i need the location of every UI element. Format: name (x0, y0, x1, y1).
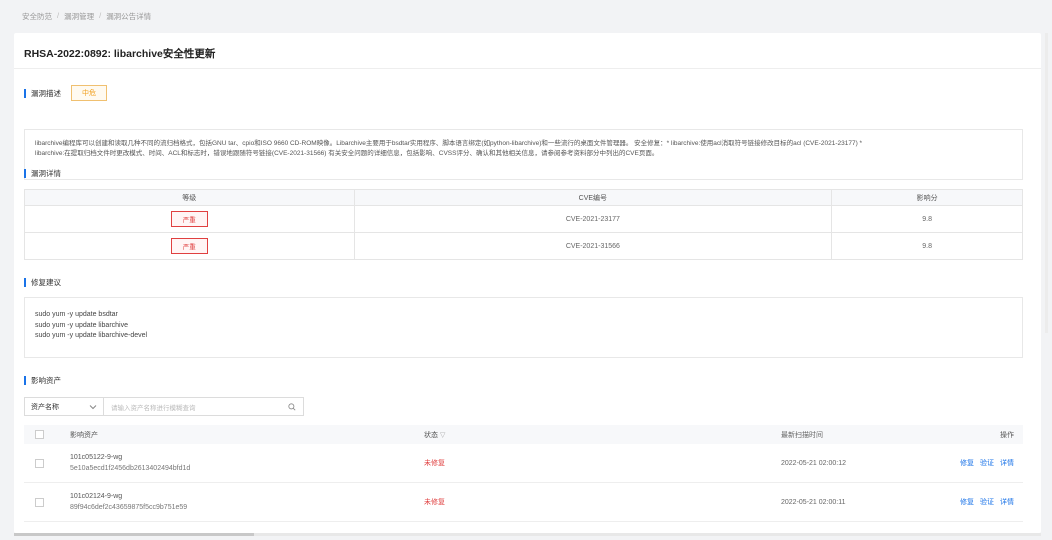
asset-cell: 101c02124-9-wg 89f94c6def2c43659875f5cc9… (70, 493, 187, 511)
severity-badge: 中危 (71, 85, 107, 101)
section-marker (24, 376, 26, 385)
fix-commands-box: sudo yum -y update bsdtar sudo yum -y up… (24, 297, 1023, 358)
scrollbar-thumb[interactable] (14, 533, 254, 536)
score: 9.8 (831, 232, 1023, 260)
section-marker (24, 278, 26, 287)
filter-select-value: 资产名称 (31, 403, 59, 411)
asset-table: 影响资产 状态 ▽ 最新扫描时间 操作 101c05122-9-wg 5e10a… (24, 425, 1023, 522)
table-row: 101c05122-9-wg 5e10a5ecd1f2456db26134024… (24, 444, 1023, 483)
table-row: 严重 CVE-2021-23177 9.8 (24, 205, 1023, 233)
col-scan-time: 最新扫描时间 (781, 431, 823, 439)
asset-cell: 101c05122-9-wg 5e10a5ecd1f2456db26134024… (70, 454, 190, 472)
table-row: 严重 CVE-2021-31566 9.8 (24, 232, 1023, 260)
row-checkbox[interactable] (35, 497, 44, 507)
section-fix-label: 修复建议 (31, 278, 61, 287)
page-title: RHSA-2022:0892: libarchive安全性更新 (24, 48, 216, 60)
search-input[interactable]: 请输入资产名称进行模糊查询 (104, 397, 304, 416)
score: 9.8 (831, 205, 1023, 233)
section-desc-label: 漏洞描述 (31, 88, 61, 98)
col-score: 影响分 (831, 189, 1023, 206)
breadcrumb-current: 漏洞公告详情 (106, 12, 152, 21)
verify-link[interactable]: 验证 (980, 497, 994, 507)
section-detail-title: 漏洞详情 (24, 168, 61, 179)
section-assets-title: 影响资产 (24, 375, 61, 386)
asset-name: 101c02124-9-wg (70, 493, 123, 500)
status-text: 未修复 (424, 499, 445, 506)
row-checkbox[interactable] (35, 458, 44, 468)
section-marker (24, 169, 26, 178)
breadcrumb-security[interactable]: 安全防范 (22, 11, 52, 22)
asset-name: 101c05122-9-wg (70, 454, 123, 461)
breadcrumb-vuln-mgmt[interactable]: 漏洞管理 (64, 11, 94, 22)
scan-time: 2022-05-21 02:00:12 (781, 459, 846, 467)
detail-card: RHSA-2022:0892: libarchive安全性更新 漏洞描述 中危 … (14, 33, 1041, 533)
scan-time: 2022-05-21 02:00:11 (781, 498, 846, 506)
description-line-2: libarchive:在提取归档文件时更改模式、时间、ACL和标志时，错误地跟随… (35, 150, 659, 157)
status-text: 未修复 (424, 460, 445, 467)
asset-id: 5e10a5ecd1f2456db2613402494bfd1d (70, 465, 191, 472)
asset-filter: 资产名称 请输入资产名称进行模糊查询 (24, 397, 304, 416)
fix-command: sudo yum -y update libarchive-devel (35, 332, 148, 339)
col-cve: CVE编号 (353, 189, 833, 206)
filter-field-select[interactable]: 资产名称 (24, 397, 104, 416)
divider (14, 68, 1041, 69)
filter-icon[interactable]: ▽ (440, 432, 445, 439)
col-level: 等级 (24, 189, 355, 206)
repair-link[interactable]: 修复 (960, 458, 974, 468)
cve-id: CVE-2021-31566 (353, 232, 833, 260)
table-row: 101c02124-9-wg 89f94c6def2c43659875f5cc9… (24, 483, 1023, 522)
chevron-down-icon (89, 404, 97, 409)
select-all-checkbox[interactable] (35, 430, 44, 439)
details-link[interactable]: 详情 (1000, 497, 1014, 507)
vertical-scrollbar[interactable] (1045, 33, 1048, 333)
col-asset: 影响资产 (70, 431, 98, 439)
details-link[interactable]: 详情 (1000, 458, 1014, 468)
repair-link[interactable]: 修复 (960, 497, 974, 507)
section-desc-title: 漏洞描述 中危 (24, 85, 107, 101)
section-assets-label: 影响资产 (31, 376, 61, 385)
horizontal-scrollbar[interactable] (14, 533, 1041, 536)
section-fix-title: 修复建议 (24, 277, 61, 288)
fix-command: sudo yum -y update libarchive (35, 321, 128, 329)
asset-id: 89f94c6def2c43659875f5cc9b751e59 (70, 504, 188, 511)
severity-tag: 严重 (170, 211, 208, 227)
col-status[interactable]: 状态 ▽ (424, 430, 445, 440)
fix-command: sudo yum -y update bsdtar (35, 311, 118, 318)
section-marker (24, 88, 26, 98)
search-placeholder: 请输入资产名称进行模糊查询 (111, 404, 196, 412)
row-actions: 修复 验证 详情 (960, 497, 1014, 507)
asset-table-header: 影响资产 状态 ▽ 最新扫描时间 操作 (24, 425, 1023, 444)
search-icon[interactable] (288, 402, 296, 411)
row-actions: 修复 验证 详情 (960, 458, 1014, 468)
breadcrumb-separator: / (99, 11, 102, 20)
breadcrumb-separator: / (57, 11, 60, 20)
verify-link[interactable]: 验证 (980, 458, 994, 468)
vuln-detail-table: 等级 CVE编号 影响分 严重 CVE-2021-23177 9.8 严重 CV… (24, 189, 1023, 260)
col-operation: 操作 (1000, 431, 1014, 439)
description-box: libarchive编程库可以创建和读取几种不同的流归档格式，包括GNU tar… (24, 129, 1023, 180)
section-detail-label: 漏洞详情 (31, 169, 61, 178)
description-line-1: libarchive编程库可以创建和读取几种不同的流归档格式，包括GNU tar… (35, 140, 863, 147)
cve-id: CVE-2021-23177 (353, 205, 833, 233)
breadcrumb: 安全防范 / 漏洞管理 / 漏洞公告详情 (22, 11, 151, 22)
severity-tag: 严重 (170, 238, 208, 254)
